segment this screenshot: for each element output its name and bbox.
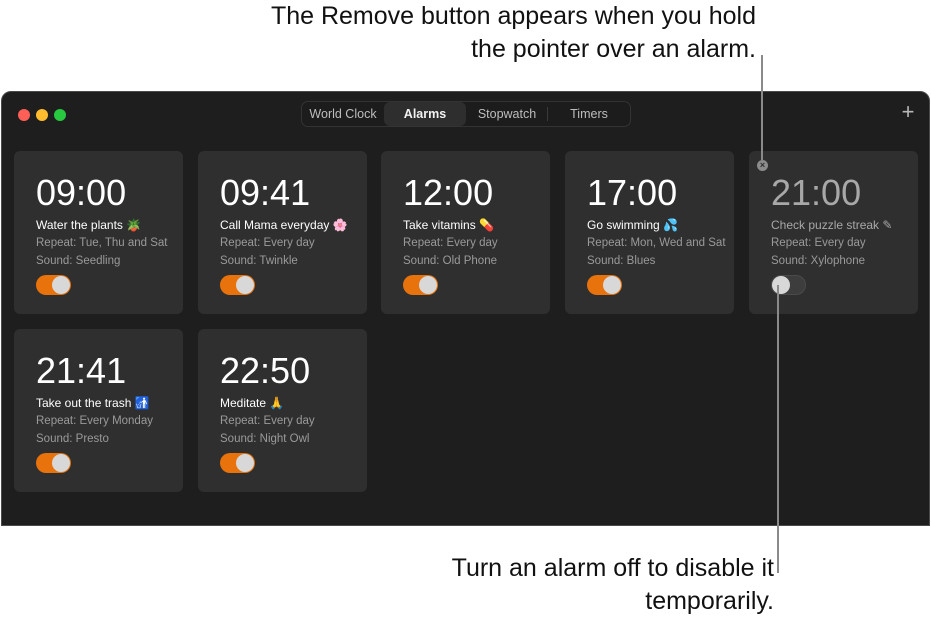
callout-line-toggle — [777, 285, 779, 573]
alarm-card[interactable]: 22:50 Meditate 🙏 Repeat: Every day Sound: N… — [198, 329, 367, 492]
alarm-repeat: Repeat: Every day — [220, 415, 315, 427]
alarm-repeat: Repeat: Every day — [771, 237, 866, 249]
callout-toggle-off: Turn an alarm off to disable it temporar… — [451, 554, 774, 615]
alarm-time: 22:50 — [220, 350, 311, 391]
toggle-knob[interactable] — [52, 276, 70, 294]
alarm-repeat: Repeat: Every day — [403, 237, 498, 249]
alarm-sound: Sound: Blues — [587, 255, 656, 267]
alarm-toggle[interactable] — [220, 453, 255, 473]
alarm-sound: Sound: Presto — [36, 433, 109, 445]
alarm-toggle[interactable] — [36, 453, 71, 473]
alarm-sound: Sound: Seedling — [36, 255, 121, 267]
alarm-repeat: Repeat: Every day — [220, 237, 315, 249]
add-alarm-button[interactable]: + — [899, 101, 917, 123]
alarm-time: 09:00 — [36, 172, 127, 213]
alarm-repeat: Repeat: Mon, Wed and Sat — [587, 237, 726, 249]
alarm-sound: Sound: Xylophone — [771, 255, 865, 267]
alarm-card[interactable]: 09:00 Water the plants 🪴 Repeat: Tue, Thu … — [14, 151, 183, 314]
toggle-knob[interactable] — [772, 276, 790, 294]
alarm-label: Take vitamins 💊 — [403, 218, 494, 232]
alarm-toggle[interactable] — [403, 275, 438, 295]
close-window-button[interactable] — [18, 109, 30, 121]
callout-remove-button: The Remove button appears when you hold … — [270, 2, 756, 63]
alarm-time: 09:41 — [220, 172, 311, 213]
alarm-label: Call Mama everyday 🌸 — [220, 218, 348, 232]
alarm-repeat: Repeat: Tue, Thu and Sat — [36, 237, 168, 249]
alarm-card[interactable]: 09:41 Call Mama everyday 🌸 Repeat: Every d… — [198, 151, 367, 314]
alarm-repeat: Repeat: Every Monday — [36, 415, 153, 427]
alarm-toggle[interactable] — [587, 275, 622, 295]
plus-icon: + — [901, 99, 915, 124]
alarm-toggle[interactable] — [220, 275, 255, 295]
alarm-sound: Sound: Old Phone — [403, 255, 497, 267]
view-tabs: World Clock Alarms Stopwatch Timers — [301, 101, 631, 127]
alarm-label: Go swimming 💦 — [587, 218, 678, 232]
toggle-knob[interactable] — [419, 276, 437, 294]
alarm-card[interactable]: 17:00 Go swimming 💦 Repeat: Mon, Wed and S… — [565, 151, 734, 314]
alarm-time: 12:00 — [403, 172, 494, 213]
toggle-knob[interactable] — [603, 276, 621, 294]
minimize-window-button[interactable] — [36, 109, 48, 121]
alarm-label: Meditate 🙏 — [220, 396, 285, 410]
toggle-knob[interactable] — [236, 276, 254, 294]
alarm-label: Take out the trash 🚮 — [36, 396, 150, 410]
alarm-toggle[interactable] — [36, 275, 71, 295]
clock-app-window: World Clock Alarms Stopwatch Timers + 09… — [1, 91, 930, 526]
tab-alarms[interactable]: Alarms — [384, 102, 466, 126]
zoom-window-button[interactable] — [54, 109, 66, 121]
callout-line-remove — [761, 55, 763, 160]
alarm-label: Check puzzle streak ✎ — [771, 218, 893, 232]
alarm-sound: Sound: Night Owl — [220, 433, 310, 445]
alarm-sound: Sound: Twinkle — [220, 255, 298, 267]
alarm-time: 21:41 — [36, 350, 127, 391]
alarm-card[interactable]: 21:41 Take out the trash 🚮 Repeat: Every M… — [14, 329, 183, 492]
toggle-knob[interactable] — [236, 454, 254, 472]
toggle-knob[interactable] — [52, 454, 70, 472]
tab-world-clock[interactable]: World Clock — [302, 102, 384, 126]
alarm-card[interactable]: 12:00 Take vitamins 💊 Repeat: Every day Sou… — [381, 151, 550, 314]
alarm-card[interactable]: × 21:00 Check puzzle streak ✎ Repeat: Every… — [749, 151, 918, 314]
tab-timers[interactable]: Timers — [548, 102, 630, 126]
alarm-time: 17:00 — [587, 172, 678, 213]
tab-stopwatch[interactable]: Stopwatch — [466, 102, 548, 126]
alarm-label: Water the plants 🪴 — [36, 218, 142, 232]
alarm-time: 21:00 — [771, 172, 862, 213]
remove-alarm-button[interactable]: × — [757, 160, 768, 171]
